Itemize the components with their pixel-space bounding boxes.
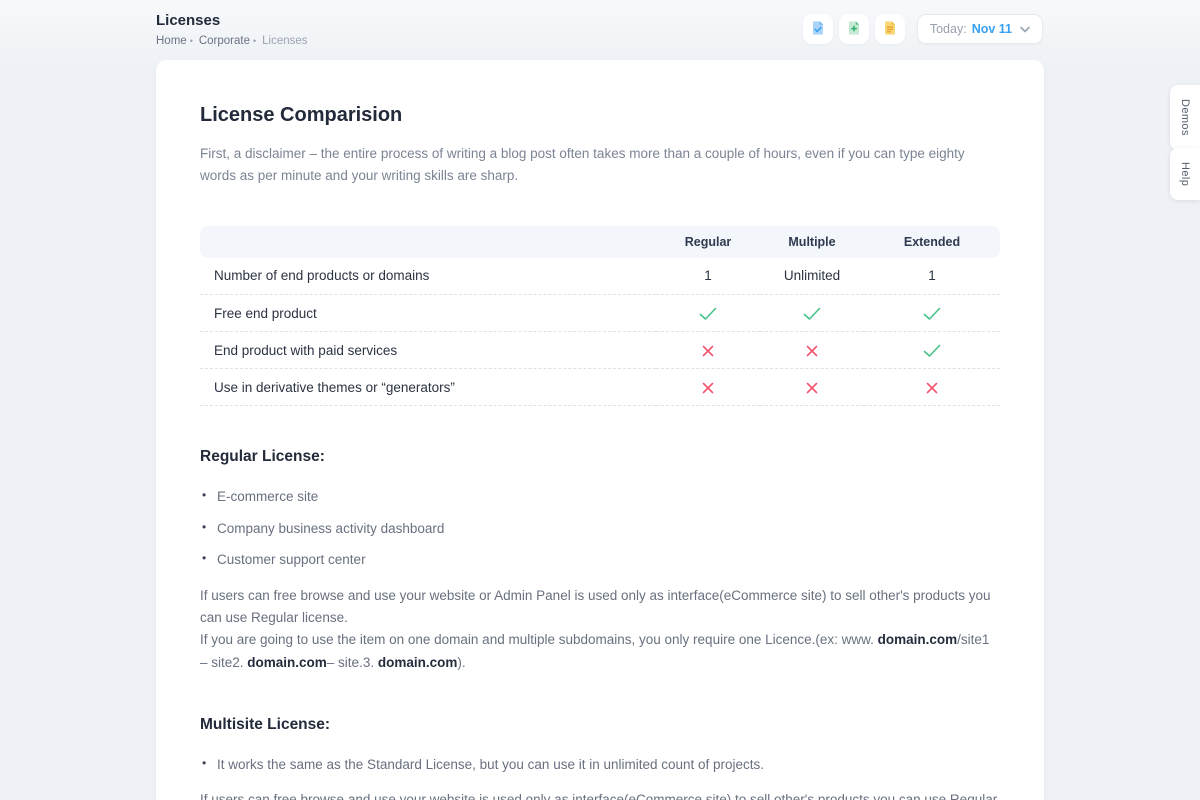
demos-tab[interactable]: Demos	[1170, 85, 1200, 150]
list-item: Customer support center	[200, 549, 1000, 571]
page-title: Licenses	[156, 12, 308, 29]
row-value-cell	[656, 332, 760, 369]
bullet-list: E-commerce site Company business activity…	[200, 486, 1000, 571]
file-plus-icon	[846, 20, 862, 39]
section-title: License Comparision	[200, 104, 1000, 127]
table-column-header: Multiple	[760, 226, 864, 258]
breadcrumb-item[interactable]: Corporate	[199, 35, 250, 47]
license-comparison-table: RegularMultipleExtended Number of end pr…	[200, 226, 1000, 407]
file-plus-button[interactable]	[839, 14, 869, 44]
help-tab[interactable]: Help	[1170, 148, 1200, 200]
table-row: Use in derivative themes or “generators”	[200, 369, 1000, 406]
table-header-empty-cell	[200, 226, 656, 258]
row-value-cell	[760, 295, 864, 332]
license-section-heading: Regular License:	[200, 448, 1000, 466]
content-card: License Comparision First, a disclaimer …	[156, 60, 1044, 800]
date-value: Nov 11	[972, 22, 1012, 36]
row-value-cell	[864, 369, 1000, 406]
cross-icon	[926, 382, 938, 394]
row-value-cell: Unlimited	[760, 258, 864, 295]
cross-icon	[806, 382, 818, 394]
row-value-cell: 1	[656, 258, 760, 295]
list-item: E-commerce site	[200, 486, 1000, 508]
table-body: Number of end products or domains1Unlimi…	[200, 258, 1000, 406]
row-value-cell	[656, 369, 760, 406]
breadcrumb-item: Licenses	[262, 35, 307, 47]
breadcrumb: Home•Corporate•Licenses	[156, 35, 308, 47]
row-label: Free end product	[200, 295, 656, 332]
table-header-row: RegularMultipleExtended	[200, 226, 1000, 258]
date-picker[interactable]: Today: Nov 11	[917, 14, 1043, 44]
table-row: End product with paid services	[200, 332, 1000, 369]
cross-icon	[702, 345, 714, 357]
file-check-icon	[810, 20, 826, 39]
table-row: Free end product	[200, 295, 1000, 332]
list-item: It works the same as the Standard Licens…	[200, 754, 1000, 776]
license-section-heading: Multisite License:	[200, 716, 1000, 734]
row-value-cell	[760, 369, 864, 406]
cross-icon	[702, 382, 714, 394]
check-icon	[923, 307, 941, 321]
breadcrumb-separator: •	[190, 37, 193, 46]
file-lines-button[interactable]	[875, 14, 905, 44]
breadcrumb-separator: •	[253, 37, 256, 46]
table-column-header: Extended	[864, 226, 1000, 258]
check-icon	[923, 344, 941, 358]
table-row: Number of end products or domains1Unlimi…	[200, 258, 1000, 295]
cross-icon	[806, 345, 818, 357]
section-paragraph: If users can free browse and use your we…	[200, 789, 1000, 800]
top-header-bar: Licenses Home•Corporate•Licenses	[0, 0, 1200, 60]
row-value-cell	[656, 295, 760, 332]
row-value-cell: 1	[864, 258, 1000, 295]
chevron-down-icon	[1020, 26, 1030, 33]
check-icon	[803, 307, 821, 321]
date-label: Today:	[930, 22, 967, 36]
row-value-cell	[760, 332, 864, 369]
license-sections: Regular License: E-commerce site Company b…	[200, 448, 1000, 800]
section-paragraph: If users can free browse and use your we…	[200, 585, 1000, 674]
row-label: End product with paid services	[200, 332, 656, 369]
list-item: Company business activity dashboard	[200, 518, 1000, 540]
row-value-cell	[864, 332, 1000, 369]
breadcrumb-item[interactable]: Home	[156, 35, 187, 47]
file-lines-icon	[882, 20, 898, 39]
table-column-header: Regular	[656, 226, 760, 258]
file-check-button[interactable]	[803, 14, 833, 44]
row-value-cell	[864, 295, 1000, 332]
row-label: Number of end products or domains	[200, 258, 656, 295]
bullet-list: It works the same as the Standard Licens…	[200, 754, 1000, 776]
check-icon	[699, 307, 717, 321]
disclaimer-text: First, a disclaimer – the entire process…	[200, 143, 1000, 188]
row-label: Use in derivative themes or “generators”	[200, 369, 656, 406]
